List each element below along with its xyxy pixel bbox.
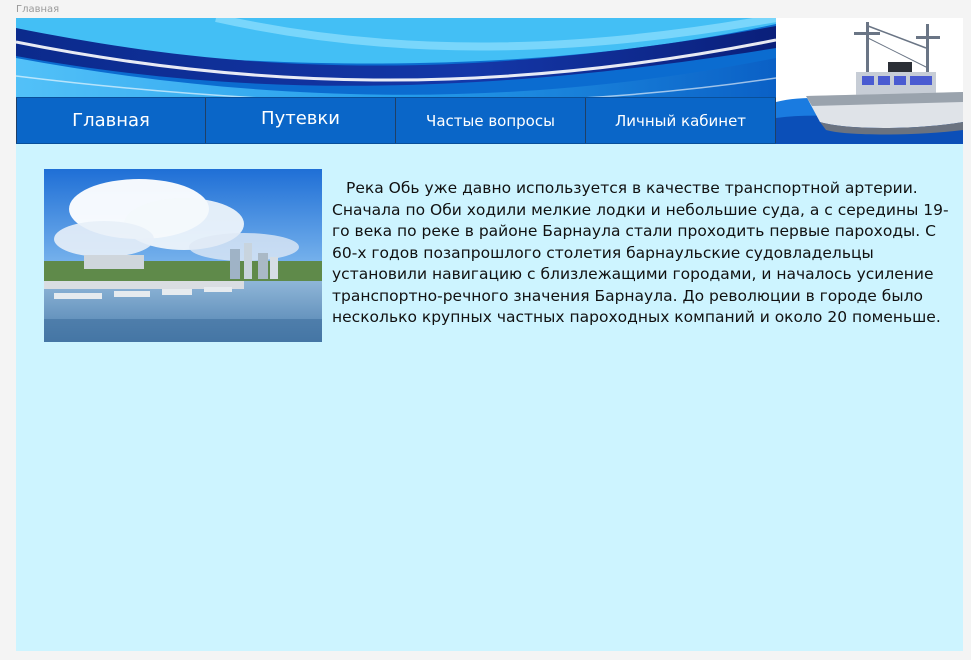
page-canvas: Главная Путевки Частые вопросы Личный ка… bbox=[16, 18, 963, 651]
main-paragraph: Река Обь уже давно используется в качест… bbox=[332, 179, 949, 326]
header-banner bbox=[16, 18, 776, 98]
river-city-photo-icon bbox=[44, 169, 322, 342]
river-city-photo bbox=[44, 169, 322, 342]
ship-icon bbox=[776, 18, 963, 144]
main-navigation: Главная Путевки Частые вопросы Личный ка… bbox=[16, 97, 776, 144]
nav-item-tours[interactable]: Путевки bbox=[206, 98, 396, 143]
ship-image bbox=[776, 18, 963, 144]
nav-item-home[interactable]: Главная bbox=[16, 98, 206, 143]
nav-item-account[interactable]: Личный кабинет bbox=[586, 98, 776, 143]
frame-label: Главная bbox=[16, 4, 60, 15]
nav-item-faq[interactable]: Частые вопросы bbox=[396, 98, 586, 143]
blue-wave-banner-icon bbox=[16, 18, 776, 98]
